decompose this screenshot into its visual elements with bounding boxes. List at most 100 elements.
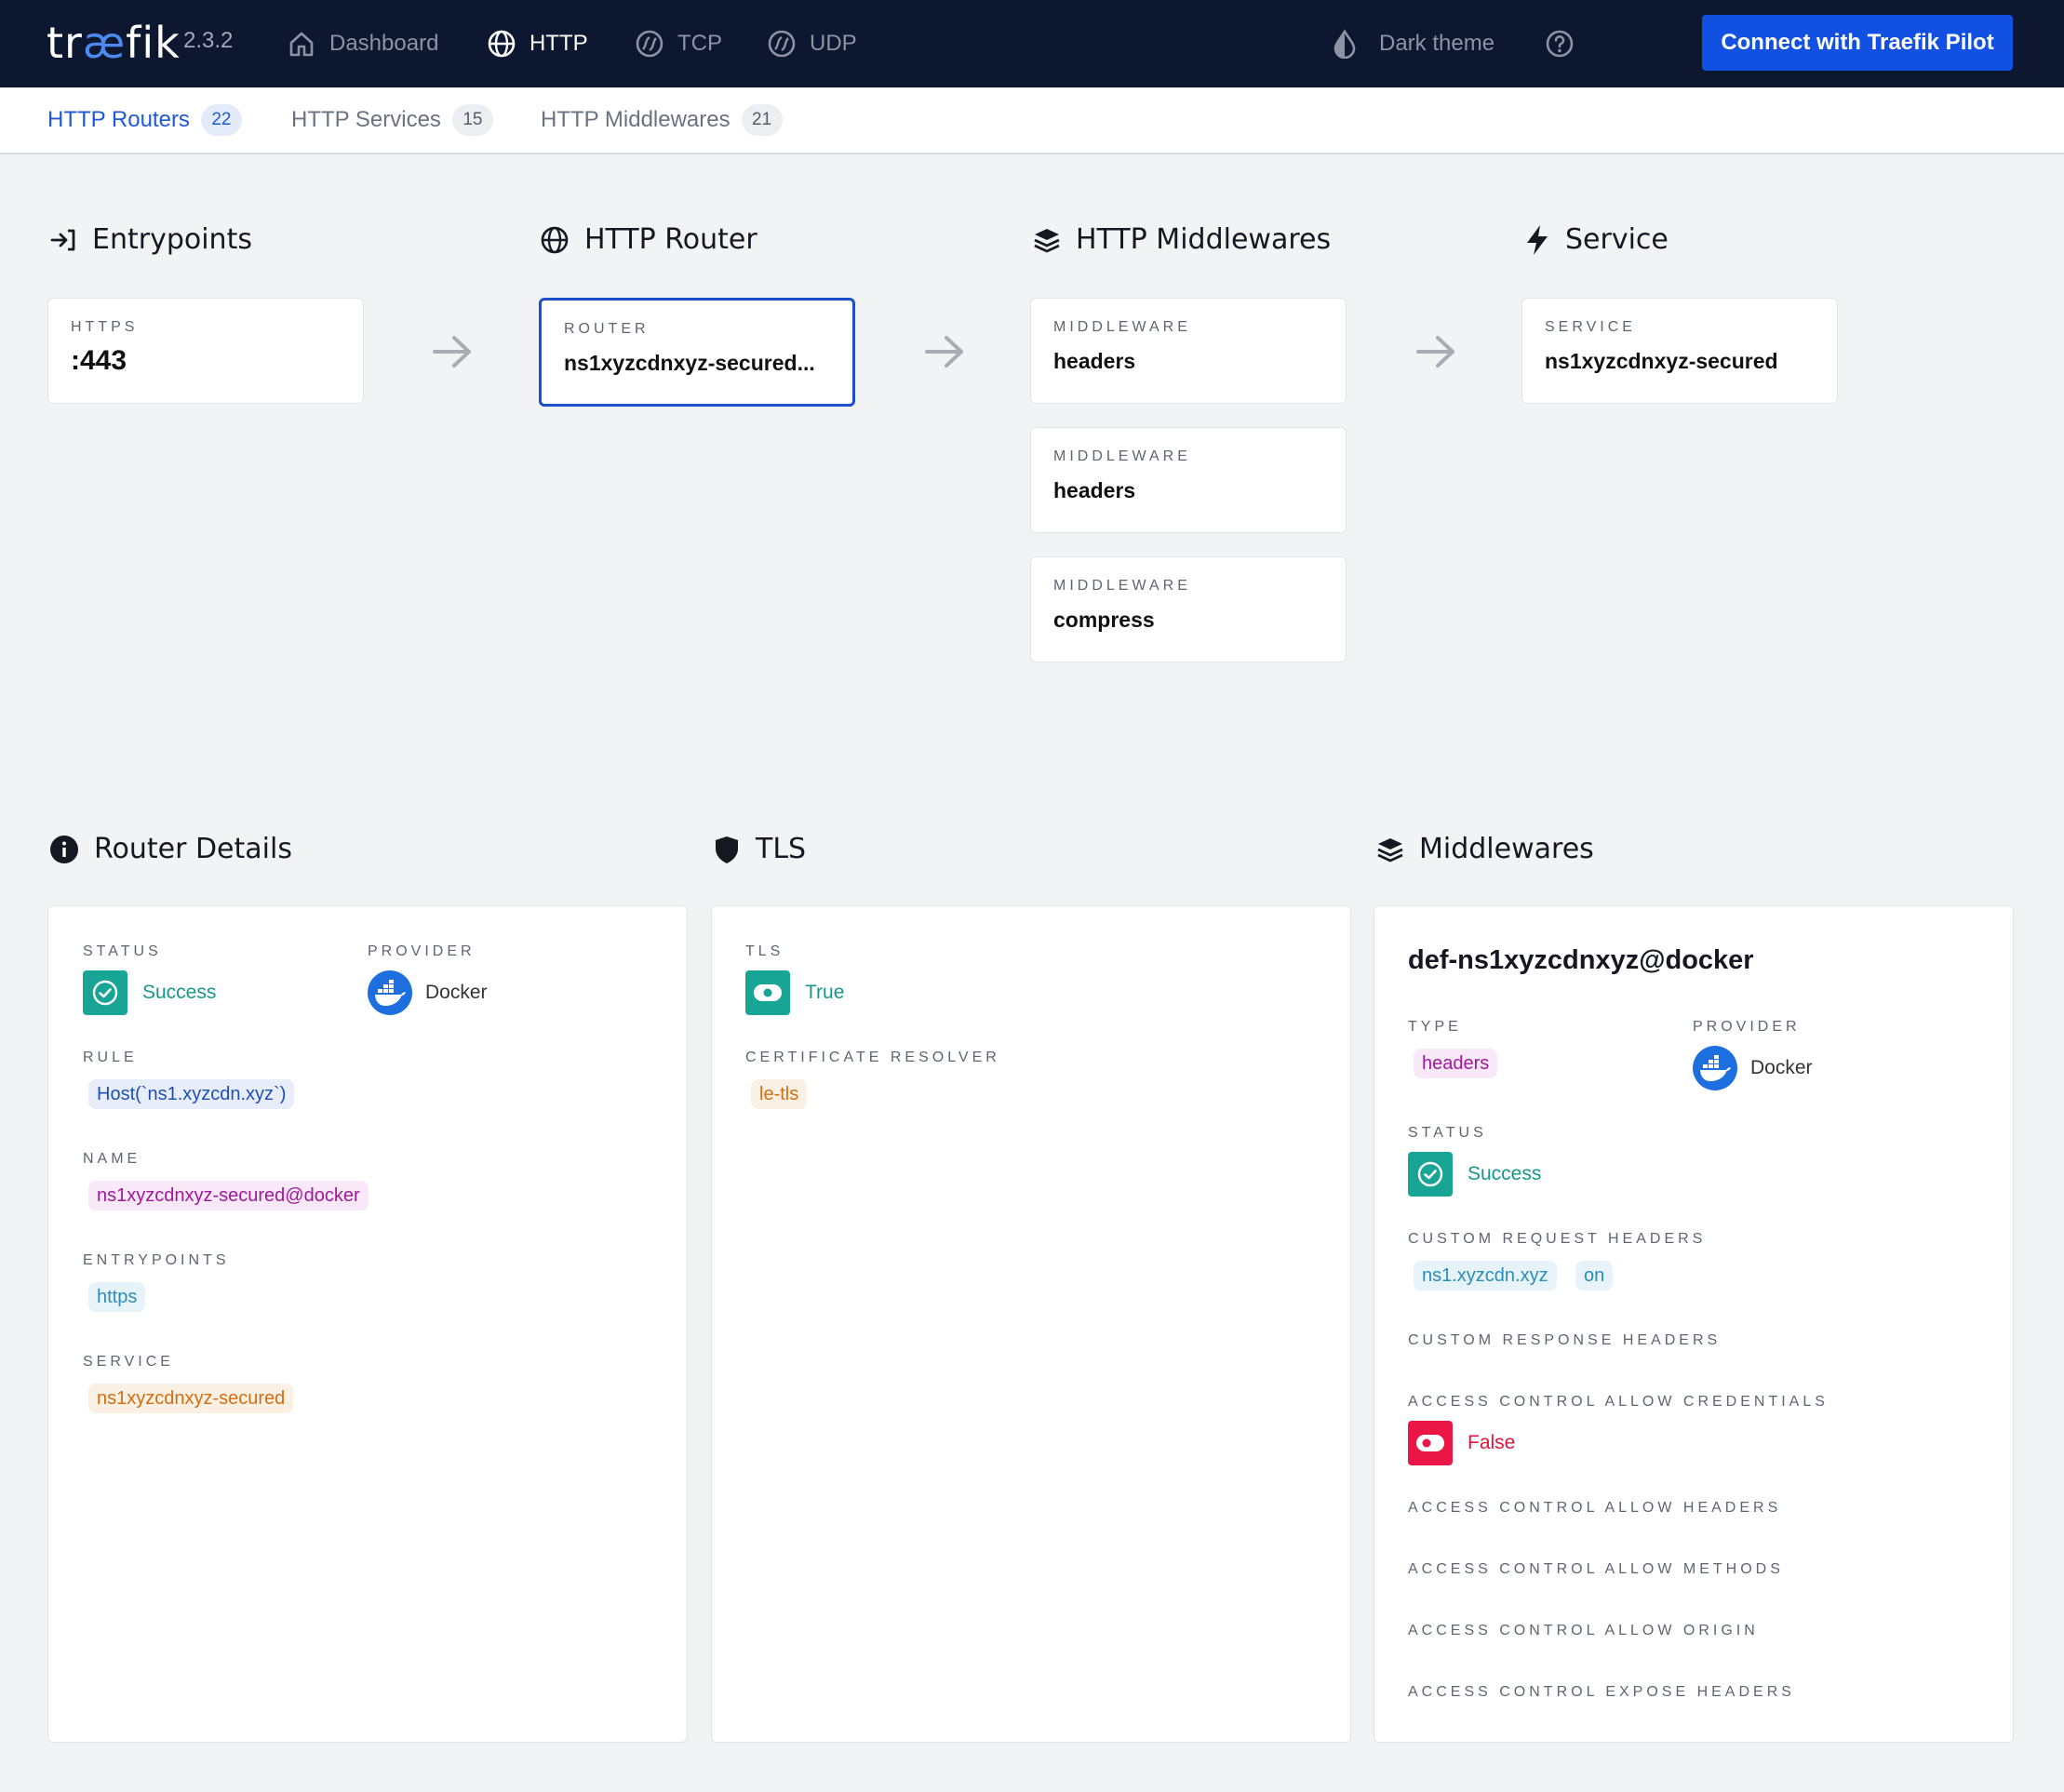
resolver-value: le-tls bbox=[751, 1079, 808, 1109]
tab-count-badge: 22 bbox=[200, 104, 242, 136]
help-icon bbox=[1546, 30, 1574, 58]
layers-icon bbox=[1377, 837, 1403, 862]
network-icon bbox=[768, 30, 796, 58]
router-value: ns1xyzcdnxyz-secured... bbox=[564, 351, 815, 375]
nav-http-label: HTTP bbox=[529, 31, 588, 56]
resolver-label: CERTIFICATE RESOLVER bbox=[745, 1050, 1000, 1065]
middleware-value: headers bbox=[1053, 349, 1136, 373]
nav-dashboard[interactable]: Dashboard bbox=[287, 0, 438, 87]
rule-value: Host(`ns1.xyzcdn.xyz`) bbox=[88, 1079, 295, 1109]
middleware-name: def-ns1xyzcdnxyz@docker bbox=[1408, 945, 1754, 975]
http-middlewares-title: HTTP Middlewares bbox=[1076, 223, 1332, 256]
dark-theme-label: Dark theme bbox=[1379, 31, 1495, 56]
entrypoints-value: https bbox=[88, 1282, 146, 1312]
arrow-right-icon bbox=[1416, 336, 1454, 368]
tab-http-services[interactable]: HTTP Services 15 bbox=[291, 87, 493, 153]
status-badge: Success bbox=[1408, 1152, 1541, 1197]
allow-headers-label: ACCESS CONTROL ALLOW HEADERS bbox=[1408, 1500, 1782, 1516]
bolt-icon bbox=[1527, 224, 1548, 255]
tls-label: TLS bbox=[745, 943, 784, 959]
check-icon bbox=[1408, 1152, 1453, 1197]
traefik-logo[interactable]: træfik bbox=[47, 17, 181, 69]
tab-http-middlewares[interactable]: HTTP Middlewares 21 bbox=[541, 87, 783, 153]
nav-udp[interactable]: UDP bbox=[767, 0, 857, 87]
service-value[interactable]: ns1xyzcdnxyz-secured bbox=[88, 1384, 294, 1413]
tab-label: HTTP Services bbox=[291, 107, 441, 132]
middleware-card[interactable]: MIDDLEWARE compress bbox=[1030, 556, 1347, 662]
toggle-off-icon bbox=[1408, 1421, 1453, 1465]
arrow-right-icon bbox=[433, 336, 471, 368]
sign-in-icon bbox=[50, 229, 75, 250]
toggle-on-icon bbox=[745, 970, 790, 1015]
tab-count-badge: 15 bbox=[451, 104, 493, 136]
tls-status: True bbox=[745, 970, 844, 1015]
custom-response-headers-label: CUSTOM RESPONSE HEADERS bbox=[1408, 1332, 1722, 1348]
middleware-label: MIDDLEWARE bbox=[1053, 319, 1191, 335]
nav-udp-label: UDP bbox=[810, 31, 857, 56]
service-label: SERVICE bbox=[83, 1354, 174, 1370]
globe-icon bbox=[488, 30, 516, 58]
shield-icon bbox=[716, 836, 738, 863]
entrypoint-value: :443 bbox=[71, 345, 127, 376]
middlewares-heading: Middlewares bbox=[1376, 833, 1594, 865]
logo-text-post: fik bbox=[126, 18, 181, 68]
request-header-chip: ns1.xyzcdn.xyz bbox=[1414, 1261, 1557, 1291]
router-card[interactable]: ROUTER ns1xyzcdnxyz-secured... bbox=[539, 298, 855, 407]
tls-heading: TLS bbox=[713, 833, 806, 865]
home-icon bbox=[289, 32, 314, 57]
entrypoints-title: Entrypoints bbox=[92, 223, 252, 256]
provider-name: Docker bbox=[1750, 1057, 1813, 1078]
rule-label: RULE bbox=[83, 1050, 138, 1065]
tls-title: TLS bbox=[756, 833, 807, 865]
type-label: TYPE bbox=[1408, 1019, 1462, 1035]
connect-pilot-button[interactable]: Connect with Traefik Pilot bbox=[1702, 15, 2013, 71]
dark-theme-toggle[interactable]: Dark theme bbox=[1331, 0, 1494, 87]
status-value: Success bbox=[142, 982, 217, 1003]
middlewares-panel: def-ns1xyzcdnxyz@docker TYPE headers PRO… bbox=[1374, 905, 2014, 1743]
docker-icon bbox=[368, 970, 412, 1015]
entrypoint-card[interactable]: HTTPS :443 bbox=[47, 298, 364, 404]
entrypoint-label: HTTPS bbox=[71, 319, 139, 335]
request-header-chip: on bbox=[1575, 1261, 1614, 1291]
http-router-title: HTTP Router bbox=[584, 223, 757, 256]
middleware-value: compress bbox=[1053, 608, 1155, 632]
middleware-label: MIDDLEWARE bbox=[1053, 578, 1191, 594]
status-label: STATUS bbox=[83, 943, 162, 959]
tab-label: HTTP Routers bbox=[47, 107, 190, 132]
status-label: STATUS bbox=[1408, 1125, 1487, 1141]
arrow-right-icon bbox=[925, 336, 963, 368]
nav-tcp[interactable]: TCP bbox=[635, 0, 722, 87]
nav-http[interactable]: HTTP bbox=[487, 0, 588, 87]
check-icon bbox=[83, 970, 127, 1015]
drop-icon bbox=[1334, 29, 1356, 59]
middleware-label: MIDDLEWARE bbox=[1053, 448, 1191, 464]
service-title: Service bbox=[1565, 223, 1669, 256]
docker-icon bbox=[1693, 1046, 1737, 1090]
router-label: ROUTER bbox=[564, 321, 650, 337]
provider-value: Docker bbox=[368, 970, 488, 1015]
allow-origin-label: ACCESS CONTROL ALLOW ORIGIN bbox=[1408, 1623, 1759, 1638]
service-heading: Service bbox=[1524, 223, 1669, 256]
version-label: 2.3.2 bbox=[183, 28, 234, 53]
nav-dashboard-label: Dashboard bbox=[329, 31, 439, 56]
allow-credentials-label: ACCESS CONTROL ALLOW CREDENTIALS bbox=[1408, 1394, 1829, 1410]
middleware-card[interactable]: MIDDLEWARE headers bbox=[1030, 427, 1347, 533]
service-card[interactable]: SERVICE ns1xyzcdnxyz-secured bbox=[1521, 298, 1838, 404]
logo-text-pre: tr bbox=[47, 18, 83, 68]
help-button[interactable] bbox=[1545, 0, 1575, 87]
allow-methods-label: ACCESS CONTROL ALLOW METHODS bbox=[1408, 1561, 1784, 1577]
status-value: Success bbox=[1468, 1163, 1542, 1184]
nav-tcp-label: TCP bbox=[677, 31, 722, 56]
name-value: ns1xyzcdnxyz-secured@docker bbox=[88, 1181, 369, 1210]
type-value: headers bbox=[1414, 1049, 1498, 1078]
router-details-heading: Router Details bbox=[49, 833, 292, 865]
middleware-value: headers bbox=[1053, 478, 1136, 502]
middleware-card[interactable]: MIDDLEWARE headers bbox=[1030, 298, 1347, 404]
service-label: SERVICE bbox=[1545, 319, 1636, 335]
name-label: NAME bbox=[83, 1151, 141, 1167]
tab-http-routers[interactable]: HTTP Routers 22 bbox=[47, 87, 242, 153]
service-value: ns1xyzcdnxyz-secured bbox=[1545, 349, 1778, 373]
middlewares-title: Middlewares bbox=[1419, 833, 1594, 865]
info-icon bbox=[50, 835, 78, 863]
http-middlewares-heading: HTTP Middlewares bbox=[1033, 223, 1331, 256]
